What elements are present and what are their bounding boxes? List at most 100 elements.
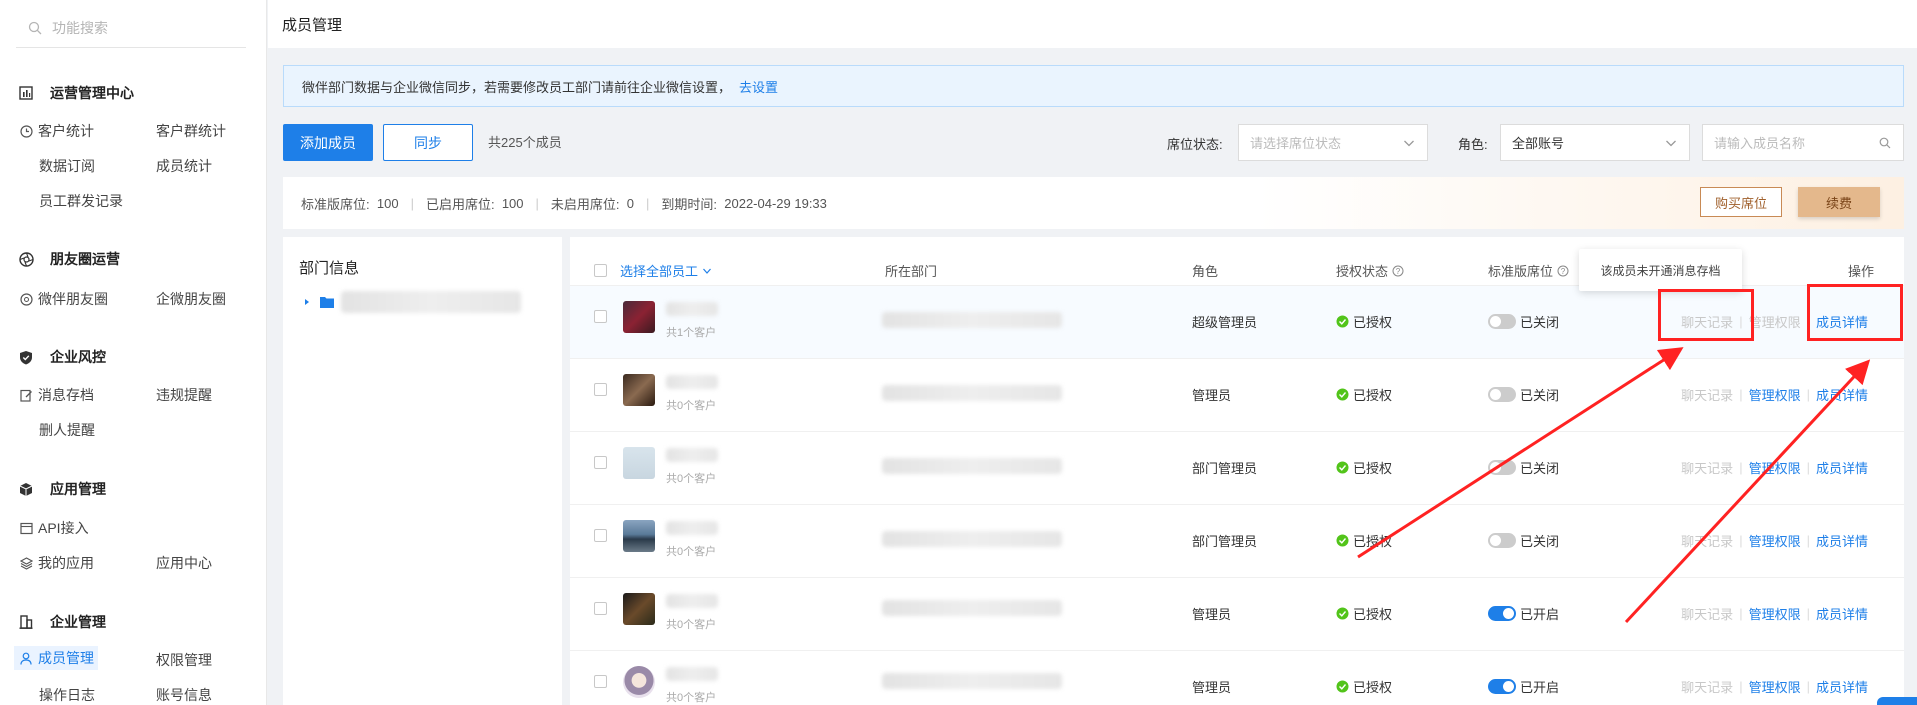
toggle-switch[interactable] — [1488, 387, 1516, 402]
department-redacted — [882, 531, 1062, 547]
divider: | — [646, 195, 650, 211]
seat-toggle[interactable]: 已关闭 — [1488, 312, 1559, 331]
sidebar-item-customer-stats[interactable]: 客户统计 — [18, 121, 94, 141]
check-circle-icon — [1336, 388, 1349, 401]
manage-permissions-link[interactable]: 管理权限 — [1749, 531, 1801, 550]
sidebar-item-wecom-moments[interactable]: 企微朋友圈 — [156, 289, 226, 309]
sidebar-item-api-access[interactable]: API接入 — [18, 518, 89, 538]
chat-records-link[interactable]: 聊天记录 — [1681, 531, 1733, 550]
check-circle-icon — [1336, 315, 1349, 328]
row-checkbox[interactable] — [594, 675, 607, 688]
sidebar-item-data-subscription[interactable]: 数据订阅 — [39, 156, 95, 176]
seat-toggle-label: 已关闭 — [1520, 315, 1560, 330]
manage-permissions-link[interactable]: 管理权限 — [1749, 604, 1801, 623]
building-icon — [18, 614, 34, 630]
window-icon — [18, 520, 34, 536]
renew-button[interactable]: 续费 — [1798, 187, 1880, 217]
member-details-link[interactable]: 成员详情 — [1816, 604, 1868, 623]
chat-records-link[interactable]: 聊天记录 — [1681, 604, 1733, 623]
sidebar-item-permission-management[interactable]: 权限管理 — [156, 650, 212, 670]
sidebar-section-title: 企业风控 — [50, 349, 106, 365]
manage-permissions-link[interactable]: 管理权限 — [1749, 677, 1801, 696]
seat-toggle[interactable]: 已开启 — [1488, 604, 1559, 623]
divider: | — [535, 195, 539, 211]
seat-toggle[interactable]: 已关闭 — [1488, 531, 1559, 550]
member-details-link[interactable]: 成员详情 — [1816, 531, 1868, 550]
row-checkbox[interactable] — [594, 383, 607, 396]
sidebar-item-app-center[interactable]: 应用中心 — [156, 553, 212, 573]
row-checkbox[interactable] — [594, 456, 607, 469]
shield-icon — [18, 349, 34, 365]
seat-toggle[interactable]: 已关闭 — [1488, 385, 1559, 404]
chat-records-link[interactable]: 聊天记录 — [1681, 677, 1733, 696]
help-circle-icon[interactable]: ? — [1557, 265, 1569, 277]
toggle-switch[interactable] — [1488, 606, 1516, 621]
manage-permissions-link[interactable]: 管理权限 — [1749, 312, 1801, 331]
chevron-down-icon — [1666, 140, 1676, 147]
go-settings-link[interactable]: 去设置 — [739, 77, 778, 96]
divider: | — [1806, 606, 1810, 621]
seat-toggle[interactable]: 已开启 — [1488, 677, 1559, 696]
sidebar-item-weiban-moments[interactable]: 微伴朋友圈 — [18, 289, 108, 309]
sidebar-item-member-stats[interactable]: 成员统计 — [156, 156, 212, 176]
select-all-header[interactable]: 选择全部员工 — [594, 261, 712, 280]
toggle-switch[interactable] — [1488, 679, 1516, 694]
role-select[interactable]: 全部账号 — [1500, 124, 1690, 161]
toggle-switch[interactable] — [1488, 533, 1516, 548]
select-all-checkbox[interactable] — [594, 264, 607, 277]
sync-button[interactable]: 同步 — [383, 124, 473, 161]
chat-records-link[interactable]: 聊天记录 — [1681, 458, 1733, 477]
seat-info-bar: 标准版席位: 100 | 已启用席位: 100 | 未启用席位: 0 | 到期时… — [283, 177, 1904, 229]
sidebar-section-enterprise-management[interactable]: 企业管理 — [18, 612, 106, 632]
sidebar-item-violation-alert[interactable]: 违规提醒 — [156, 385, 212, 405]
auth-status-label: 已授权 — [1353, 315, 1393, 330]
sidebar-item-account-info[interactable]: 账号信息 — [156, 685, 212, 705]
chat-records-link[interactable]: 聊天记录 — [1681, 385, 1733, 404]
row-checkbox[interactable] — [594, 310, 607, 323]
sidebar-section-title: 企业管理 — [50, 614, 106, 630]
member-details-link[interactable]: 成员详情 — [1816, 385, 1868, 404]
divider: | — [1739, 606, 1743, 621]
aperture-icon — [18, 251, 34, 267]
sidebar-item-mass-send-records[interactable]: 员工群发记录 — [39, 191, 123, 211]
sidebar-section-app-management[interactable]: 应用管理 — [18, 479, 106, 499]
member-details-link[interactable]: 成员详情 — [1816, 458, 1868, 477]
sidebar-item-my-apps[interactable]: 我的应用 — [18, 553, 94, 573]
floating-tab[interactable] — [1877, 697, 1917, 705]
check-circle-icon — [1336, 534, 1349, 547]
divider: | — [1806, 460, 1810, 475]
divider: | — [1806, 387, 1810, 402]
member-name-redacted — [666, 594, 718, 608]
sidebar-section-risk-control[interactable]: 企业风控 — [18, 347, 106, 367]
sidebar-item-member-management[interactable]: 成员管理 — [14, 646, 98, 670]
row-checkbox[interactable] — [594, 529, 607, 542]
toggle-switch[interactable] — [1488, 314, 1516, 329]
help-circle-icon[interactable]: ? — [1392, 265, 1404, 277]
department-redacted — [882, 312, 1062, 328]
sidebar-item-operation-log[interactable]: 操作日志 — [39, 685, 95, 705]
department-tree-node[interactable] — [303, 291, 521, 313]
member-count: 共225个成员 — [488, 135, 562, 150]
manage-permissions-link[interactable]: 管理权限 — [1749, 385, 1801, 404]
column-header-department: 所在部门 — [885, 264, 938, 279]
seat-toggle-label: 已关闭 — [1520, 534, 1560, 549]
add-member-button[interactable]: 添加成员 — [283, 124, 373, 161]
column-header-ops: 操作 — [1848, 264, 1875, 279]
page-header: 成员管理 — [268, 0, 1917, 48]
seat-toggle[interactable]: 已关闭 — [1488, 458, 1559, 477]
toggle-switch[interactable] — [1488, 460, 1516, 475]
row-checkbox[interactable] — [594, 602, 607, 615]
sidebar-section-moments[interactable]: 朋友圈运营 — [18, 249, 120, 269]
manage-permissions-link[interactable]: 管理权限 — [1749, 458, 1801, 477]
sidebar-section-operations[interactable]: 运营管理中心 — [18, 83, 134, 103]
seat-status-select[interactable]: 请选择席位状态 — [1238, 124, 1428, 161]
sidebar-item-message-archive[interactable]: 消息存档 — [18, 385, 94, 405]
member-search-input[interactable]: 请输入成员名称 — [1702, 124, 1904, 161]
buy-seat-button[interactable]: 购买席位 — [1700, 187, 1782, 217]
sidebar-item-group-stats[interactable]: 客户群统计 — [156, 121, 226, 141]
sidebar-item-delete-alert[interactable]: 删人提醒 — [39, 420, 95, 440]
sidebar-search-input[interactable]: 功能搜索 — [16, 8, 246, 48]
department-panel-title: 部门信息 — [299, 260, 360, 277]
table-row: 共0个客户 管理员 已授权 已关闭 聊天记录 | 管理权限 | 成员详情 — [570, 358, 1904, 431]
member-details-link[interactable]: 成员详情 — [1816, 677, 1868, 696]
